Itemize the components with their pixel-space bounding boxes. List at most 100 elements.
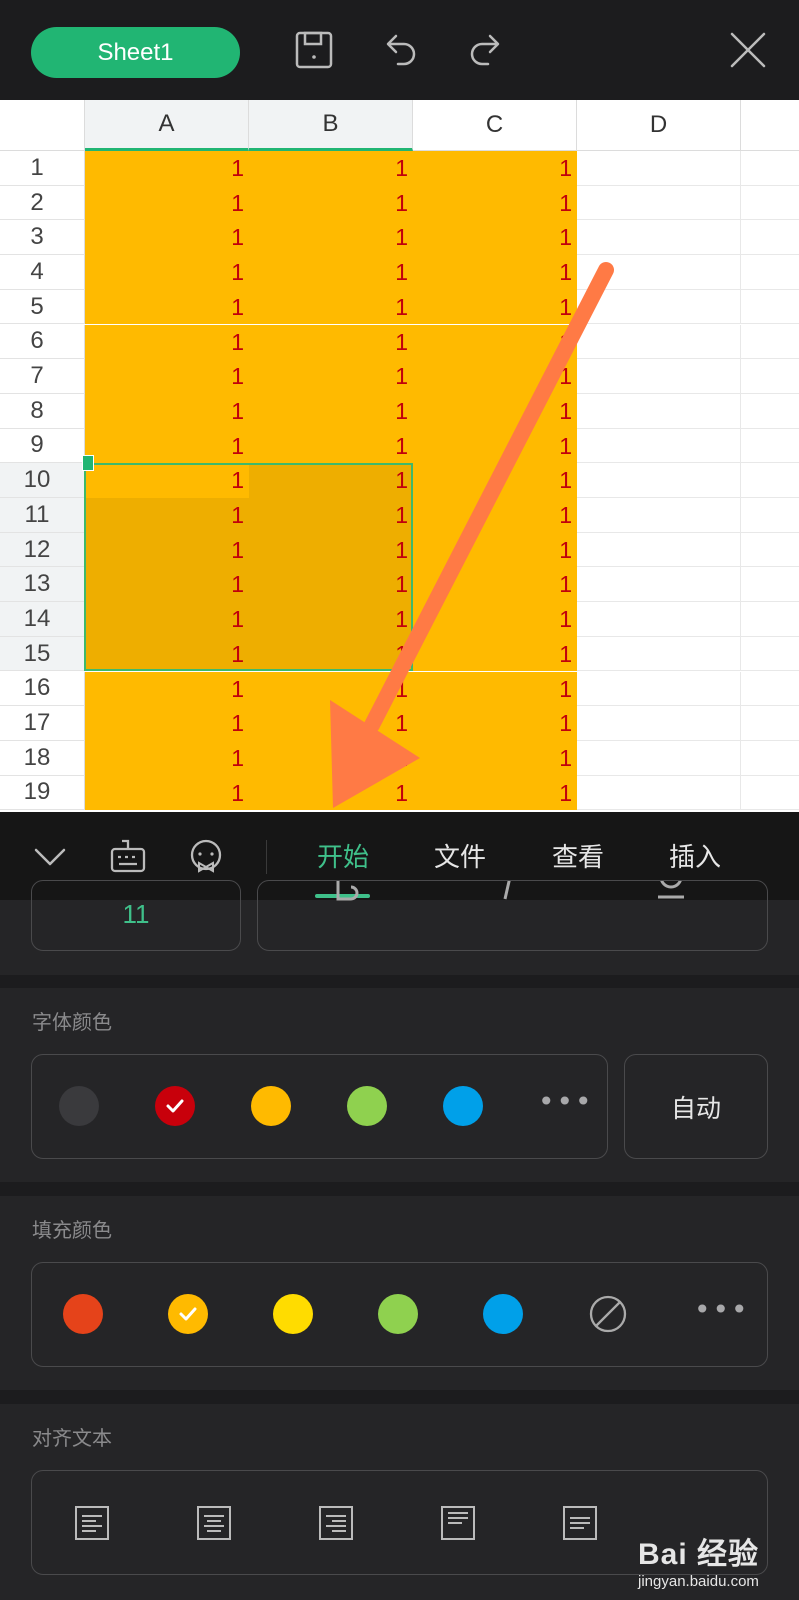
cell-a2[interactable]: 1 xyxy=(85,185,249,221)
row-header-10[interactable]: 10 xyxy=(0,463,85,498)
collapse-chevron-icon[interactable] xyxy=(28,834,72,878)
font-color-auto-button[interactable]: 自动 xyxy=(624,1054,768,1159)
cell-next-column[interactable] xyxy=(741,151,799,186)
cell-next-column[interactable] xyxy=(741,671,799,707)
cell-d7[interactable] xyxy=(577,359,741,394)
cell-next-column[interactable] xyxy=(741,636,799,672)
cell-b7[interactable]: 1 xyxy=(249,359,413,394)
cell-a3[interactable]: 1 xyxy=(85,220,249,256)
row-header-12[interactable]: 12 xyxy=(0,532,85,568)
cell-a8[interactable]: 1 xyxy=(85,393,249,429)
cell-b18[interactable]: 1 xyxy=(249,740,413,776)
cell-d18[interactable] xyxy=(577,740,741,776)
cell-a19[interactable]: 1 xyxy=(85,775,249,811)
tab-home[interactable]: 开始 xyxy=(310,830,376,880)
fill-color-more-icon[interactable]: ••• xyxy=(694,1293,750,1326)
fill-color-swatch-red[interactable] xyxy=(63,1294,103,1334)
cell-next-column[interactable] xyxy=(741,220,799,256)
row-header-16[interactable]: 16 xyxy=(0,671,85,707)
cell-c4[interactable]: 1 xyxy=(413,255,577,290)
cell-c14[interactable]: 1 xyxy=(413,602,577,637)
font-color-more-icon[interactable]: ••• xyxy=(538,1085,594,1118)
fill-color-swatch-yellow[interactable] xyxy=(273,1294,313,1334)
font-color-swatch-dark[interactable] xyxy=(59,1086,99,1126)
row-header-19[interactable]: 19 xyxy=(0,775,85,811)
cell-next-column[interactable] xyxy=(741,463,799,498)
cell-d2[interactable] xyxy=(577,185,741,221)
cell-c19[interactable]: 1 xyxy=(413,775,577,811)
close-icon[interactable] xyxy=(726,28,770,72)
column-header-c[interactable]: C xyxy=(413,100,577,151)
cell-d3[interactable] xyxy=(577,220,741,256)
row-header-14[interactable]: 14 xyxy=(0,602,85,637)
cell-next-column[interactable] xyxy=(741,532,799,568)
emoji-icon[interactable] xyxy=(184,834,228,878)
right-align-icon[interactable] xyxy=(318,1505,354,1541)
cell-next-column[interactable] xyxy=(741,324,799,360)
tab-insert[interactable]: 插入 xyxy=(662,830,728,880)
cell-d10[interactable] xyxy=(577,463,741,498)
cell-b2[interactable]: 1 xyxy=(249,185,413,221)
cell-next-column[interactable] xyxy=(741,428,799,464)
column-header-b[interactable]: B xyxy=(249,100,413,151)
cell-d1[interactable] xyxy=(577,151,741,186)
cell-c7[interactable]: 1 xyxy=(413,359,577,394)
cell-c3[interactable]: 1 xyxy=(413,220,577,256)
center-align-icon[interactable] xyxy=(196,1505,232,1541)
cell-b1[interactable]: 1 xyxy=(249,151,413,186)
redo-icon[interactable] xyxy=(464,28,508,72)
select-all-corner[interactable] xyxy=(0,100,85,151)
cell-c16[interactable]: 1 xyxy=(413,671,577,707)
cell-d5[interactable] xyxy=(577,289,741,325)
cell-a6[interactable]: 1 xyxy=(85,324,249,360)
cell-d12[interactable] xyxy=(577,532,741,568)
cell-next-column[interactable] xyxy=(741,740,799,776)
cell-d16[interactable] xyxy=(577,671,741,707)
cell-d15[interactable] xyxy=(577,636,741,672)
cell-c8[interactable]: 1 xyxy=(413,393,577,429)
cell-next-column[interactable] xyxy=(741,706,799,741)
cell-a11[interactable]: 1 xyxy=(85,498,249,533)
font-color-swatch-green[interactable] xyxy=(347,1086,387,1126)
row-header-8[interactable]: 8 xyxy=(0,393,85,429)
cell-d17[interactable] xyxy=(577,706,741,741)
cell-b15[interactable]: 1 xyxy=(249,636,413,672)
cell-next-column[interactable] xyxy=(741,567,799,603)
middle-align-icon[interactable] xyxy=(562,1505,598,1541)
cell-next-column[interactable] xyxy=(741,602,799,637)
cell-a13[interactable]: 1 xyxy=(85,567,249,603)
cell-next-column[interactable] xyxy=(741,185,799,221)
cell-next-column[interactable] xyxy=(741,289,799,325)
keyboard-icon[interactable] xyxy=(106,834,150,878)
row-header-18[interactable]: 18 xyxy=(0,740,85,776)
font-color-swatch-red[interactable] xyxy=(155,1086,195,1126)
cell-a5[interactable]: 1 xyxy=(85,289,249,325)
cell-c11[interactable]: 1 xyxy=(413,498,577,533)
left-align-icon[interactable] xyxy=(74,1505,110,1541)
cell-c9[interactable]: 1 xyxy=(413,428,577,464)
row-header-3[interactable]: 3 xyxy=(0,220,85,256)
sheet-tab-button[interactable]: Sheet1 xyxy=(31,27,240,78)
cell-b10[interactable]: 1 xyxy=(249,463,413,498)
cell-d19[interactable] xyxy=(577,775,741,811)
cell-next-column[interactable] xyxy=(741,359,799,394)
cell-c2[interactable]: 1 xyxy=(413,185,577,221)
cell-a18[interactable]: 1 xyxy=(85,740,249,776)
cell-b16[interactable]: 1 xyxy=(249,671,413,707)
cell-c12[interactable]: 1 xyxy=(413,532,577,568)
tab-view[interactable]: 查看 xyxy=(545,830,611,880)
cell-c18[interactable]: 1 xyxy=(413,740,577,776)
cell-b13[interactable]: 1 xyxy=(249,567,413,603)
row-header-4[interactable]: 4 xyxy=(0,255,85,290)
cell-a15[interactable]: 1 xyxy=(85,636,249,672)
cell-a12[interactable]: 1 xyxy=(85,532,249,568)
cell-d6[interactable] xyxy=(577,324,741,360)
cell-a16[interactable]: 1 xyxy=(85,671,249,707)
cell-c5[interactable]: 1 xyxy=(413,289,577,325)
italic-icon[interactable] xyxy=(493,881,523,911)
cell-a9[interactable]: 1 xyxy=(85,428,249,464)
fill-color-swatch-blue[interactable] xyxy=(483,1294,523,1334)
no-fill-icon[interactable] xyxy=(588,1294,628,1334)
tab-file[interactable]: 文件 xyxy=(427,830,493,880)
selection-handle[interactable] xyxy=(82,455,94,472)
